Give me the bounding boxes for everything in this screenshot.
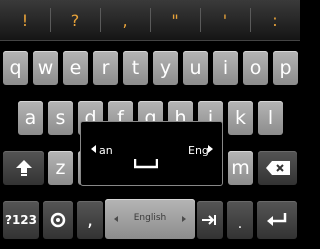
suggestion-question[interactable]: ? [50,0,100,40]
backspace-icon [265,161,290,175]
key-w[interactable]: w [33,51,58,85]
backspace-key[interactable] [258,151,297,185]
key-k[interactable]: k [228,101,253,135]
key-u[interactable]: u [183,51,208,85]
language-right-arrow-icon [208,145,213,153]
key-e[interactable]: e [63,51,88,85]
gear-icon [50,212,66,228]
enter-key[interactable] [257,201,297,239]
suggestion-exclamation[interactable]: ! [0,0,50,40]
key-t[interactable]: t [123,51,148,85]
language-left-arrow-icon [91,145,96,153]
key-l[interactable]: l [258,101,283,135]
suggestion-single-quote[interactable]: ' [200,0,250,40]
prev-language-label: an [99,144,113,157]
tab-icon [202,215,216,225]
suggestion-comma[interactable]: , [100,0,150,40]
suggestion-strip: ! ? , " ' : [0,0,300,41]
symbols-key[interactable]: ?123 [3,201,39,239]
shift-key[interactable] [3,151,44,185]
space-right-arrow-icon [182,216,186,222]
key-s[interactable]: s [48,101,73,135]
space-bar-icon [134,159,158,169]
space-key[interactable]: English [105,199,195,239]
key-m[interactable]: m [228,151,253,185]
period-key[interactable]: . [227,201,253,239]
enter-icon [267,213,287,226]
space-left-arrow-icon [114,216,118,222]
key-y[interactable]: y [153,51,178,85]
soft-keyboard: ! ? , " ' : q w e r t y u i o p a s d f … [0,0,300,249]
key-a[interactable]: a [18,101,43,135]
key-q[interactable]: q [3,51,28,85]
language-switch-popup: an Eng [80,121,223,186]
suggestion-double-quote[interactable]: " [150,0,200,40]
key-i[interactable]: i [213,51,238,85]
key-p[interactable]: p [273,51,298,85]
tab-key[interactable] [197,201,223,239]
key-r[interactable]: r [93,51,118,85]
key-o[interactable]: o [243,51,268,85]
comma-key[interactable]: , [77,201,103,239]
next-language-label: Eng [188,144,209,157]
key-z[interactable]: z [48,151,73,185]
shift-arrow-icon [15,160,32,176]
suggestion-colon[interactable]: : [250,0,300,40]
settings-key[interactable] [43,201,73,239]
